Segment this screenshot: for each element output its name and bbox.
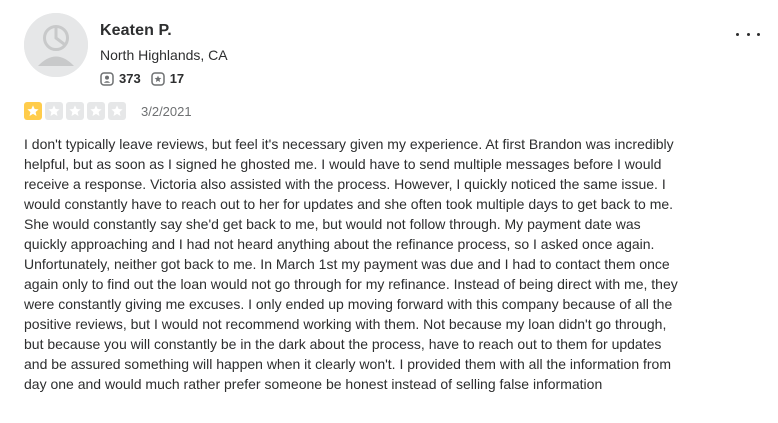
more-options-button[interactable]	[736, 24, 760, 44]
star-rating	[24, 102, 129, 120]
more-options-icon	[736, 32, 739, 36]
star-icon	[24, 102, 42, 120]
review-star-icon	[150, 71, 165, 86]
reviews-stat: 17	[150, 71, 185, 86]
friends-icon	[100, 71, 114, 86]
user-stats: 373 17	[100, 71, 194, 86]
review-text: I don't typically leave reviews, but fee…	[24, 136, 682, 392]
star-icon	[66, 102, 84, 120]
user-name[interactable]: Keaten P.	[100, 22, 172, 40]
reviews-count: 17	[169, 71, 185, 86]
review-date: 3/2/2021	[141, 103, 192, 119]
friends-stat: 373	[100, 71, 141, 86]
user-passport: Keaten P. North Highlands, CA 373 17	[0, 10, 778, 100]
default-user-avatar-icon	[24, 13, 88, 77]
user-location: North Highlands, CA	[100, 47, 228, 63]
star-icon	[87, 102, 105, 120]
user-avatar[interactable]	[24, 13, 88, 77]
star-icon	[108, 102, 126, 120]
review-card: Keaten P. North Highlands, CA 373 17 3/2…	[0, 0, 778, 423]
rating-row: 3/2/2021	[24, 102, 192, 120]
star-icon	[45, 102, 63, 120]
friends-count: 373	[119, 71, 141, 86]
